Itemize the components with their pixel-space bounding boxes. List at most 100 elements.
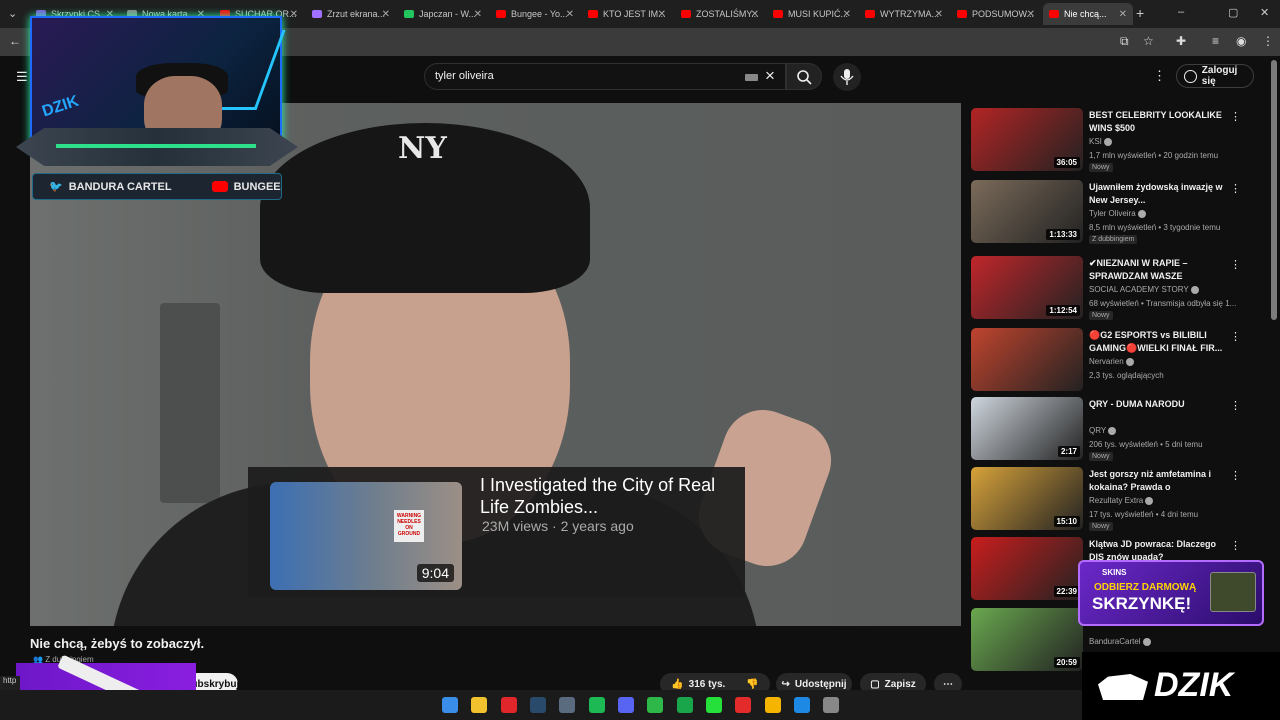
profile-icon[interactable]: ◉ xyxy=(1236,34,1246,48)
video-title[interactable]: 🔴G2 ESPORTS vs BILIBILI GAMING🔴WIELKI FI… xyxy=(1089,329,1223,355)
thumbs-down-icon[interactable]: 👎 xyxy=(746,679,758,690)
tab-close-icon[interactable]: ✕ xyxy=(935,9,943,20)
back-arrow-icon[interactable]: ← xyxy=(9,34,21,48)
channel-name[interactable]: KSI xyxy=(1089,137,1112,146)
video-thumbnail[interactable]: 20:59 xyxy=(971,608,1083,671)
channel-name[interactable]: Nervarien xyxy=(1089,357,1134,366)
video-options-icon[interactable]: ⋮ xyxy=(1230,399,1241,412)
signin-button[interactable]: Zaloguj się xyxy=(1176,64,1254,88)
tab-search-icon[interactable]: ⌄ xyxy=(8,7,17,20)
monitor-app-icon[interactable] xyxy=(559,697,575,713)
video-title[interactable]: Ujawniłem żydowską inwazję w New Jersey.… xyxy=(1089,181,1223,207)
extensions-icon[interactable]: ✚ xyxy=(1176,34,1186,48)
video-options-icon[interactable]: ⋮ xyxy=(1230,110,1241,123)
channel-name[interactable]: Tyler Oliveira xyxy=(1089,209,1146,218)
opera-icon[interactable] xyxy=(501,697,517,713)
recommended-video[interactable]: 🔴G2 ESPORTS vs BILIBILI GAMING🔴WIELKI FI… xyxy=(971,328,1261,392)
channel-name[interactable]: SOCIAL ACADEMY STORY xyxy=(1089,285,1199,294)
new-tab-button[interactable]: + xyxy=(1136,5,1144,21)
browser-tab[interactable]: ZOSTALIŚMY... ✕ xyxy=(675,3,765,25)
recommended-video[interactable]: 36:05 BEST CELEBRITY LOOKALIKE WINS $500 K… xyxy=(971,108,1261,172)
video-thumbnail[interactable]: 1:12:54 xyxy=(971,256,1083,319)
recommended-video[interactable]: 1:12:54 ✔NIEZNANI W RAPIE – SPRAWDZAM WAS… xyxy=(971,256,1261,320)
video-thumbnail[interactable] xyxy=(971,328,1083,391)
tab-close-icon[interactable]: ✕ xyxy=(658,9,666,20)
more-icon: ⋯ xyxy=(943,678,953,690)
tab-close-icon[interactable]: ✕ xyxy=(566,9,574,20)
promo-brand: SKINS xyxy=(1102,568,1127,577)
end-card-meta: 23M views · 2 years ago xyxy=(482,518,634,534)
keyboard-icon[interactable] xyxy=(745,74,758,81)
video-options-icon[interactable]: ⋮ xyxy=(1230,469,1241,482)
video-options-icon[interactable]: ⋮ xyxy=(1230,258,1241,271)
tab-close-icon[interactable]: ✕ xyxy=(382,9,390,20)
channel-name[interactable]: BanduraCartel xyxy=(1089,637,1151,646)
install-app-icon[interactable]: ⧉ xyxy=(1120,34,1129,49)
browser-menu-icon[interactable]: ⋮ xyxy=(1262,34,1274,48)
lightning-app-icon[interactable] xyxy=(735,697,751,713)
windows-start-icon[interactable] xyxy=(442,697,458,713)
clear-search-icon[interactable]: × xyxy=(765,66,775,86)
voice-search-button[interactable] xyxy=(833,63,861,91)
settings-kebab-icon[interactable]: ⋮ xyxy=(1153,68,1166,84)
tab-close-icon[interactable]: ✕ xyxy=(290,9,298,20)
edge-icon[interactable] xyxy=(794,697,810,713)
save-label: Zapisz xyxy=(884,678,916,690)
file-explorer-icon[interactable] xyxy=(471,697,487,713)
tab-close-icon[interactable]: ✕ xyxy=(751,9,759,20)
video-thumbnail[interactable]: 2:17 xyxy=(971,397,1083,460)
channel-name[interactable]: QRY xyxy=(1089,426,1117,435)
video-title[interactable]: Jest gorszy niż amfetamina i kokaina? Pr… xyxy=(1089,468,1223,495)
video-title[interactable]: BEST CELEBRITY LOOKALIKE WINS $500 xyxy=(1089,109,1223,135)
browser-tab[interactable]: Bungee - Yo... ✕ xyxy=(490,3,580,25)
video-thumbnail[interactable]: 36:05 xyxy=(971,108,1083,171)
chrome-icon[interactable] xyxy=(765,697,781,713)
recommended-video[interactable]: 15:10 Jest gorszy niż amfetamina i kokain… xyxy=(971,467,1261,531)
browser-tab[interactable]: KTO JEST IM... ✕ xyxy=(582,3,672,25)
search-button[interactable] xyxy=(786,63,822,90)
steam-icon[interactable] xyxy=(530,697,546,713)
channel-name-label: Nervarien xyxy=(1089,357,1124,366)
maximize-button[interactable]: ▢ xyxy=(1228,6,1238,19)
video-options-icon[interactable]: ⋮ xyxy=(1230,330,1241,343)
recommended-video[interactable]: 2:17 QRY - DUMA NARODU QRY 206 tys. wyświet… xyxy=(971,397,1261,461)
thumbs-up-icon[interactable]: 👍 xyxy=(671,679,683,690)
tab-close-icon[interactable]: ✕ xyxy=(474,9,482,20)
media-control-icon[interactable]: ≡ xyxy=(1212,34,1219,48)
tab-close-icon[interactable]: ✕ xyxy=(843,9,851,20)
search-input[interactable]: tyler oliveira × xyxy=(424,63,786,90)
browser-tab[interactable]: WYTRZYMA... ✕ xyxy=(859,3,949,25)
channel-name[interactable]: Rezultaty Extra xyxy=(1089,496,1154,505)
end-screen-card[interactable]: WARNING NEEDLES ON GROUND 9:04 I Investi… xyxy=(248,467,745,597)
window-close-button[interactable]: ✕ xyxy=(1260,6,1269,19)
video-thumbnail[interactable]: 1:13:33 xyxy=(971,180,1083,243)
video-badge: Nowy xyxy=(1089,163,1113,172)
settings-app-icon[interactable] xyxy=(823,697,839,713)
xbox-icon[interactable] xyxy=(647,697,663,713)
video-title[interactable]: QRY - DUMA NARODU xyxy=(1089,398,1223,411)
tab-close-icon[interactable]: ✕ xyxy=(1027,9,1035,20)
game-launcher-icon[interactable] xyxy=(677,697,693,713)
video-thumbnail[interactable]: 15:10 xyxy=(971,467,1083,530)
video-options-icon[interactable]: ⋮ xyxy=(1230,182,1241,195)
browser-tab[interactable]: PODSUMOW... ✕ xyxy=(951,3,1041,25)
discord-icon[interactable] xyxy=(618,697,634,713)
browser-tab[interactable]: Nie chcą... ✕ xyxy=(1043,3,1133,25)
minimize-button[interactable]: – xyxy=(1178,6,1184,18)
video-thumbnail[interactable]: 22:39 xyxy=(971,537,1083,600)
spotify-icon[interactable] xyxy=(589,697,605,713)
end-card-thumbnail[interactable]: WARNING NEEDLES ON GROUND 9:04 xyxy=(270,482,462,590)
menu-icon[interactable]: ☰ xyxy=(16,69,28,85)
recommended-video[interactable]: 1:13:33 Ujawniłem żydowską inwazję w New … xyxy=(971,180,1261,244)
video-badge: Nowy xyxy=(1089,311,1113,320)
end-card-title[interactable]: I Investigated the City of Real Life Zom… xyxy=(480,474,720,518)
browser-tab[interactable]: Japczan - W... ✕ xyxy=(398,3,488,25)
browser-tab[interactable]: MUSI KUPIĆ... ✕ xyxy=(767,3,857,25)
kick-icon[interactable] xyxy=(706,697,722,713)
bookmark-star-icon[interactable]: ☆ xyxy=(1143,34,1154,48)
video-options-icon[interactable]: ⋮ xyxy=(1230,539,1241,552)
browser-tab[interactable]: Zrzut ekrana... ✕ xyxy=(306,3,396,25)
video-title[interactable]: ✔NIEZNANI W RAPIE – SPRAWDZAM WASZE NUME… xyxy=(1089,257,1223,284)
tab-close-icon[interactable]: ✕ xyxy=(1119,9,1127,20)
page-scrollbar[interactable] xyxy=(1271,60,1277,320)
